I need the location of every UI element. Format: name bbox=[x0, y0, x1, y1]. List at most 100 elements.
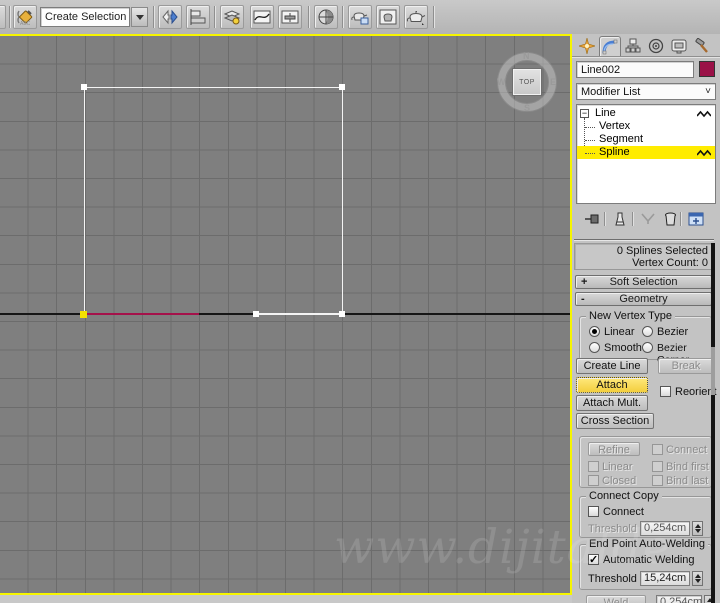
threshold-spinner[interactable] bbox=[692, 521, 703, 536]
pin-stack-icon[interactable] bbox=[582, 210, 602, 228]
3dsmax-window: ABC Create Selection Se bbox=[0, 0, 720, 603]
rollout-soft-selection[interactable]: + Soft Selection bbox=[575, 275, 712, 289]
viewcube-top-face[interactable]: TOP bbox=[512, 68, 542, 96]
radio-linear[interactable] bbox=[589, 326, 600, 337]
closed-checkbox-disabled[interactable] bbox=[588, 475, 599, 486]
panel-scrollbar-thumb[interactable] bbox=[711, 347, 715, 395]
status-bar-strip bbox=[0, 595, 572, 603]
bind-last-checkbox-disabled[interactable] bbox=[652, 475, 663, 486]
curve-editor-icon[interactable] bbox=[250, 5, 274, 29]
panel-divider bbox=[574, 239, 714, 240]
toolbar-separator bbox=[9, 6, 10, 28]
refine-button[interactable]: Refine bbox=[588, 442, 640, 456]
radio-bezier-corner[interactable] bbox=[642, 342, 653, 353]
toolbar-separator bbox=[153, 6, 154, 28]
modifier-list-label: Modifier List bbox=[581, 86, 641, 98]
spline-segment-selected[interactable] bbox=[257, 313, 342, 315]
vertex-top-right[interactable] bbox=[339, 84, 345, 90]
named-selection-set-combo[interactable]: Create Selection Se bbox=[40, 7, 130, 27]
show-end-result-icon[interactable] bbox=[610, 210, 630, 228]
tab-hierarchy[interactable] bbox=[622, 36, 644, 56]
threshold-field[interactable]: 0,254cm bbox=[640, 521, 690, 536]
spline-rectangle[interactable] bbox=[84, 87, 343, 315]
connect-copy-checkbox[interactable] bbox=[588, 506, 599, 517]
bind-first-label: Bind first bbox=[666, 461, 709, 473]
expand-icon: + bbox=[581, 276, 588, 288]
cross-section-button[interactable]: Cross Section bbox=[576, 413, 654, 429]
weld-value-field[interactable]: 0,254cm bbox=[656, 595, 702, 603]
vertex-top-left[interactable] bbox=[81, 84, 87, 90]
view-compass[interactable]: N S W E TOP bbox=[496, 51, 558, 113]
modifier-list-dropdown[interactable]: Modifier List ˅ bbox=[576, 83, 716, 100]
teapot-icon bbox=[406, 11, 426, 25]
main-toolbar: ABC Create Selection Se bbox=[0, 0, 720, 34]
schematic-view-icon[interactable] bbox=[278, 5, 302, 29]
automatic-welding-checkbox[interactable] bbox=[588, 553, 599, 566]
attach-mult-button[interactable]: Attach Mult. bbox=[576, 395, 648, 411]
radio-bezier[interactable] bbox=[642, 326, 653, 337]
stack-item-vertex[interactable]: Vertex bbox=[577, 120, 715, 133]
rollout-title: Soft Selection bbox=[609, 276, 678, 288]
stack-item-segment[interactable]: Segment bbox=[577, 133, 715, 146]
linear-checkbox-disabled[interactable] bbox=[588, 461, 599, 472]
weld-threshold-field[interactable]: 15,24cm bbox=[640, 571, 690, 586]
stack-tree-branch bbox=[585, 140, 595, 141]
stack-item-line[interactable]: − Line bbox=[577, 107, 715, 120]
motion-wheel-icon bbox=[648, 38, 664, 54]
weld-button[interactable]: Weld bbox=[586, 595, 646, 603]
object-color-swatch[interactable] bbox=[699, 61, 715, 77]
weld-threshold-spinner[interactable] bbox=[692, 571, 703, 586]
vertex-bottom-right[interactable] bbox=[339, 311, 345, 317]
auto-welding-group: End Point Auto-Welding Automatic Welding… bbox=[579, 538, 712, 590]
attach-button[interactable]: Attach bbox=[576, 377, 648, 393]
render-production-icon[interactable] bbox=[404, 5, 428, 29]
edit-named-selections-icon[interactable]: ABC bbox=[13, 5, 37, 29]
chevron-down-icon bbox=[135, 14, 144, 20]
modify-arc-icon bbox=[602, 39, 618, 54]
hierarchy-boxes-icon bbox=[625, 38, 641, 53]
top-viewport-canvas[interactable]: N S W E TOP bbox=[0, 36, 570, 593]
tab-display[interactable] bbox=[668, 36, 690, 56]
align-icon[interactable] bbox=[186, 5, 210, 29]
tabs-divider bbox=[572, 56, 720, 57]
create-line-button[interactable]: Create Line bbox=[576, 358, 648, 374]
tab-modify[interactable] bbox=[599, 36, 621, 56]
reorient-checkbox[interactable] bbox=[660, 386, 671, 397]
rollout-geometry[interactable]: - Geometry bbox=[575, 292, 712, 306]
configure-modifier-sets-icon[interactable] bbox=[686, 210, 706, 228]
mirror-arrows-icon bbox=[162, 9, 178, 25]
stack-tree-branch bbox=[585, 153, 595, 154]
render-setup-icon[interactable] bbox=[348, 5, 372, 29]
bind-last-label: Bind last bbox=[666, 475, 709, 487]
remove-modifier-icon[interactable] bbox=[660, 210, 680, 228]
object-name-field[interactable]: Line002 bbox=[576, 61, 694, 78]
tab-motion[interactable] bbox=[645, 36, 667, 56]
connect-checkbox-disabled[interactable] bbox=[652, 444, 663, 455]
collapse-icon[interactable]: − bbox=[580, 109, 589, 118]
toolbar-separator bbox=[342, 6, 343, 28]
bind-first-checkbox-disabled[interactable] bbox=[652, 461, 663, 472]
vertex-bottom-middle[interactable] bbox=[253, 311, 259, 317]
selection-set-dropdown-arrow[interactable] bbox=[131, 7, 148, 27]
clipped-toolbar-icon[interactable] bbox=[0, 5, 6, 29]
selection-set-value: Create Selection Se bbox=[45, 11, 129, 23]
radio-smooth[interactable] bbox=[589, 342, 600, 353]
rendered-frame-window-icon[interactable] bbox=[376, 5, 400, 29]
layer-manager-icon[interactable] bbox=[220, 5, 244, 29]
material-editor-icon[interactable] bbox=[314, 5, 338, 29]
panel-scrollbar[interactable] bbox=[711, 243, 715, 603]
stack-item-spline-selected[interactable]: Spline bbox=[577, 146, 715, 159]
break-button[interactable]: Break bbox=[658, 358, 714, 374]
stack-item-label: Line bbox=[595, 107, 616, 119]
viewport-active-border bbox=[570, 34, 572, 595]
new-vertex-type-group: New Vertex Type Linear Bezier Smooth Bez… bbox=[579, 310, 712, 366]
spline-segment-unselected[interactable] bbox=[85, 313, 199, 315]
group-title: New Vertex Type bbox=[586, 310, 675, 322]
tab-create[interactable] bbox=[576, 36, 598, 56]
first-vertex-yellow[interactable] bbox=[80, 311, 87, 318]
command-panel: Line002 Modifier List ˅ − Line Vertex Se… bbox=[572, 34, 720, 603]
mirror-icon[interactable] bbox=[158, 5, 182, 29]
refine-group: Refine Connect Linear Bind first Closed … bbox=[579, 436, 712, 488]
make-unique-icon[interactable] bbox=[638, 210, 658, 228]
tab-utilities[interactable] bbox=[691, 36, 713, 56]
